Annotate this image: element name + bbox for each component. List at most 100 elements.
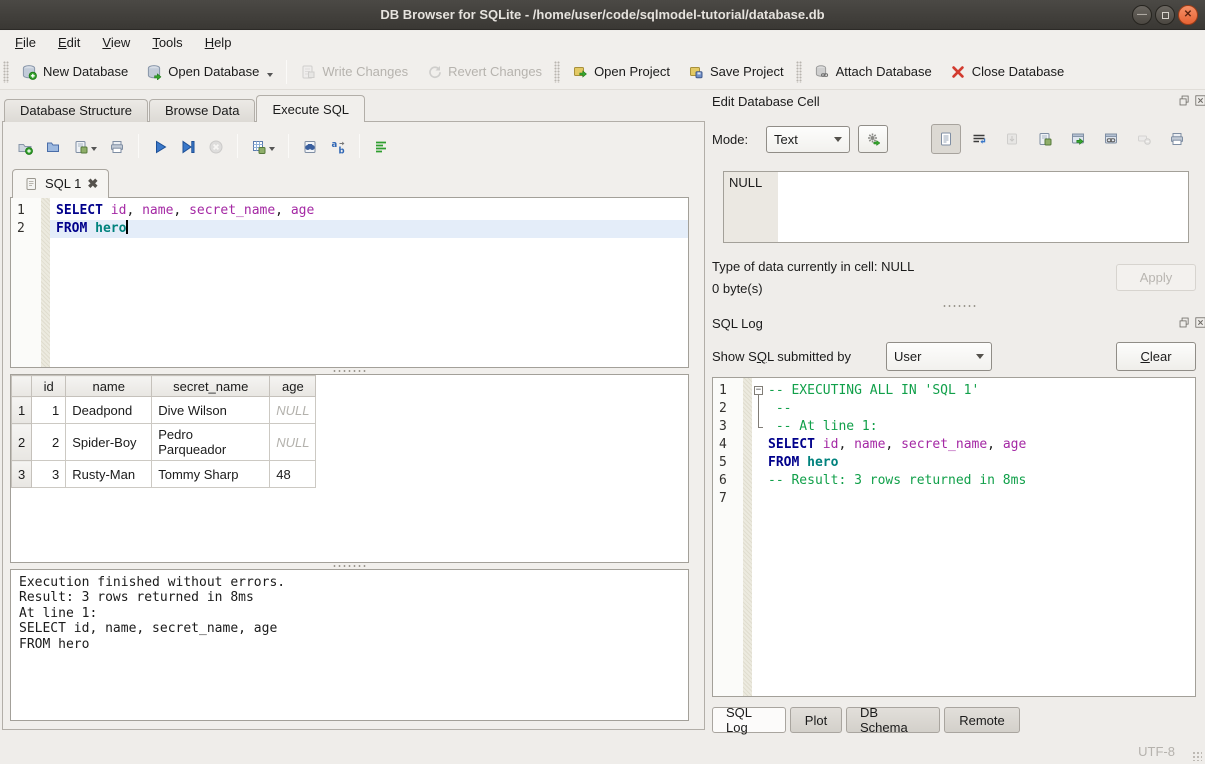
open-database-button[interactable]: Open Database: [137, 59, 282, 85]
format-sql-button[interactable]: [370, 135, 392, 157]
toolbar-separator: [138, 134, 139, 158]
data-cell[interactable]: Pedro Parqueador: [152, 424, 270, 461]
toolbar-grip[interactable]: [796, 61, 802, 83]
tab-database-structure[interactable]: Database Structure: [4, 99, 148, 122]
stop-execution-button[interactable]: [205, 135, 227, 157]
data-cell[interactable]: NULL: [270, 424, 316, 461]
log-line: --: [752, 400, 1195, 418]
resize-grip-icon[interactable]: [1192, 751, 1202, 761]
close-panel-icon[interactable]: [1194, 94, 1205, 107]
dock-tab-sql-log[interactable]: SQL Log: [712, 707, 786, 733]
attach-database-button[interactable]: Attach Database: [805, 59, 941, 85]
data-cell[interactable]: Tommy Sharp: [152, 461, 270, 488]
menu-view[interactable]: View: [91, 32, 141, 53]
auto-switch-mode-button[interactable]: [858, 125, 888, 153]
log-filter-select[interactable]: User: [886, 342, 992, 371]
open-database-icon: [146, 64, 162, 80]
column-header-name[interactable]: name: [66, 376, 152, 397]
editor-line[interactable]: FROM hero: [50, 220, 688, 238]
data-cell[interactable]: 3: [32, 461, 66, 488]
open-project-button[interactable]: Open Project: [563, 59, 679, 85]
dock-splitter[interactable]: [930, 303, 990, 309]
save-sql-file-button[interactable]: [70, 135, 100, 157]
save-results-button[interactable]: [248, 135, 278, 157]
cell-text-area[interactable]: [778, 172, 1188, 242]
write-changes-button[interactable]: Write Changes: [291, 59, 417, 85]
menu-help[interactable]: Help: [194, 32, 243, 53]
new-database-button[interactable]: New Database: [12, 59, 137, 85]
copy-url-button[interactable]: [1096, 124, 1126, 154]
sql-token: [799, 455, 807, 470]
find-replace-button[interactable]: ab: [327, 135, 349, 157]
find-button[interactable]: [299, 135, 321, 157]
fold-minus-icon[interactable]: −: [754, 386, 763, 395]
data-cell[interactable]: Spider-Boy: [66, 424, 152, 461]
data-cell[interactable]: 48: [270, 461, 316, 488]
column-header-id[interactable]: id: [32, 376, 66, 397]
data-cell[interactable]: Dive Wilson: [152, 397, 270, 424]
column-header-age[interactable]: age: [270, 376, 316, 397]
clear-log-button[interactable]: Clear: [1116, 342, 1196, 371]
sql-log-view[interactable]: 1234567 −-- EXECUTING ALL IN 'SQL 1' -- …: [712, 377, 1196, 697]
dock-tab-db-schema[interactable]: DB Schema: [846, 707, 940, 733]
close-button-icon[interactable]: ✕: [1178, 5, 1198, 25]
fold-collapse-icon[interactable]: −: [752, 382, 768, 400]
word-wrap-toggle[interactable]: [964, 124, 994, 154]
toolbar-grip[interactable]: [3, 61, 9, 83]
execution-message-box[interactable]: Execution finished without errors.Result…: [10, 569, 689, 721]
close-panel-icon[interactable]: [1194, 316, 1205, 329]
data-cell[interactable]: NULL: [270, 397, 316, 424]
print-sql-button[interactable]: [106, 135, 128, 157]
editor-line[interactable]: SELECT id, name, secret_name, age: [50, 202, 688, 220]
new-tab-icon: [17, 138, 33, 154]
row-number-cell[interactable]: 1: [12, 397, 32, 424]
text-mode-toggle[interactable]: [931, 124, 961, 154]
data-cell[interactable]: Deadpond: [66, 397, 152, 424]
data-cell[interactable]: 2: [32, 424, 66, 461]
revert-changes-button[interactable]: Revert Changes: [417, 59, 551, 85]
float-panel-icon[interactable]: [1178, 316, 1191, 329]
editor-marker-strip: [41, 198, 50, 367]
line-number: 4: [719, 436, 743, 454]
open-in-external-app-button[interactable]: [1063, 124, 1093, 154]
close-database-button[interactable]: Close Database: [941, 59, 1074, 85]
save-project-button[interactable]: Save Project: [679, 59, 793, 85]
data-cell[interactable]: Rusty-Man: [66, 461, 152, 488]
sql-document-icon: [23, 176, 39, 192]
log-code-area[interactable]: −-- EXECUTING ALL IN 'SQL 1' -- -- At li…: [752, 378, 1195, 696]
column-header-secret_name[interactable]: secret_name: [152, 376, 270, 397]
set-null-button[interactable]: [1129, 124, 1159, 154]
set-null-icon: [1136, 131, 1152, 147]
tab-execute-sql[interactable]: Execute SQL: [256, 95, 365, 122]
menu-tools[interactable]: Tools: [141, 32, 193, 53]
open-sql-file-button[interactable]: [42, 135, 64, 157]
new-sql-tab-button[interactable]: [14, 135, 36, 157]
data-cell[interactable]: 1: [32, 397, 66, 424]
log-line: [752, 490, 1195, 508]
menu-edit[interactable]: Edit: [47, 32, 91, 53]
dock-tab-remote[interactable]: Remote: [944, 707, 1020, 733]
toolbar-grip[interactable]: [554, 61, 560, 83]
import-cell-data-button[interactable]: [997, 124, 1027, 154]
execute-current-line-button[interactable]: [177, 135, 199, 157]
dock-tab-plot[interactable]: Plot: [790, 707, 842, 733]
export-cell-data-button[interactable]: [1030, 124, 1060, 154]
cell-editor[interactable]: NULL: [723, 171, 1189, 243]
menu-file[interactable]: File: [4, 32, 47, 53]
row-number-cell[interactable]: 3: [12, 461, 32, 488]
print-cell-button[interactable]: [1162, 124, 1192, 154]
row-number-cell[interactable]: 2: [12, 424, 32, 461]
minimize-button-icon[interactable]: —: [1132, 5, 1152, 25]
mode-select[interactable]: Text: [766, 126, 850, 153]
sql-editor[interactable]: 12 SELECT id, name, secret_name, ageFROM…: [10, 197, 689, 368]
tab-sql-1[interactable]: SQL 1 ✖: [12, 169, 109, 198]
close-tab-icon[interactable]: ✖: [87, 176, 98, 192]
tab-browse-data[interactable]: Browse Data: [149, 99, 255, 122]
editor-code-area[interactable]: SELECT id, name, secret_name, ageFROM he…: [50, 198, 688, 367]
execute-all-button[interactable]: [149, 135, 171, 157]
corner-header-cell[interactable]: [12, 376, 32, 397]
apply-button[interactable]: Apply: [1116, 264, 1196, 291]
maximize-button-icon[interactable]: [1155, 5, 1175, 25]
float-panel-icon[interactable]: [1178, 94, 1191, 107]
sql-token: ,: [987, 437, 1003, 452]
